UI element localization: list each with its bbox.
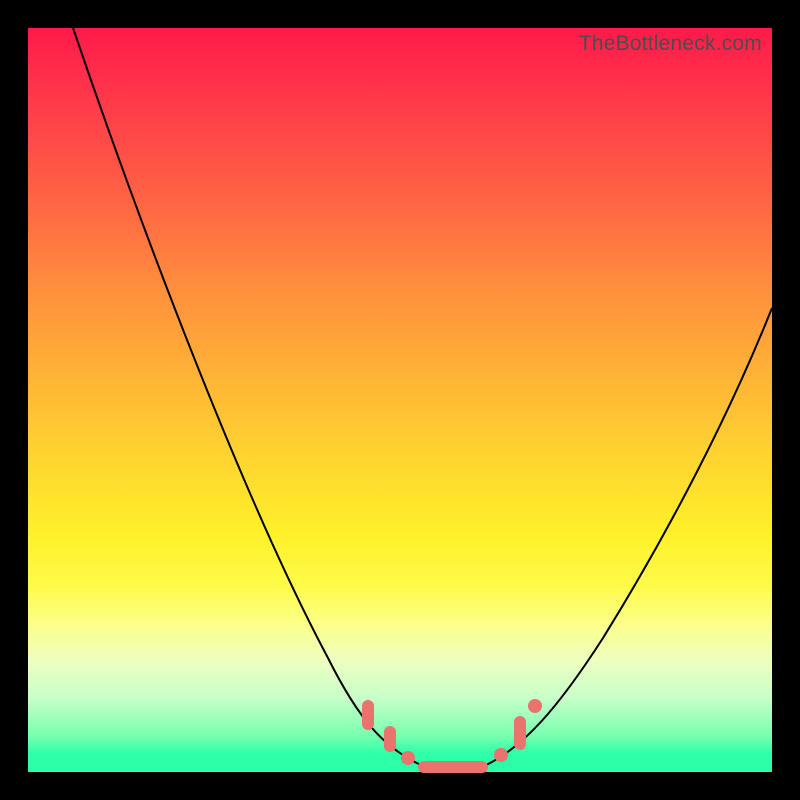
valley-marker (514, 716, 526, 750)
curve-layer (28, 28, 772, 772)
bottleneck-curve-right (484, 308, 772, 766)
plot-area: TheBottleneck.com (28, 28, 772, 772)
valley-marker (362, 700, 374, 730)
valley-marker (401, 751, 415, 765)
valley-floor-marker (418, 761, 488, 773)
valley-marker (384, 726, 396, 752)
chart-frame: TheBottleneck.com (0, 0, 800, 800)
valley-marker (494, 748, 508, 762)
bottleneck-curve-left (73, 28, 423, 766)
valley-marker (528, 699, 542, 713)
